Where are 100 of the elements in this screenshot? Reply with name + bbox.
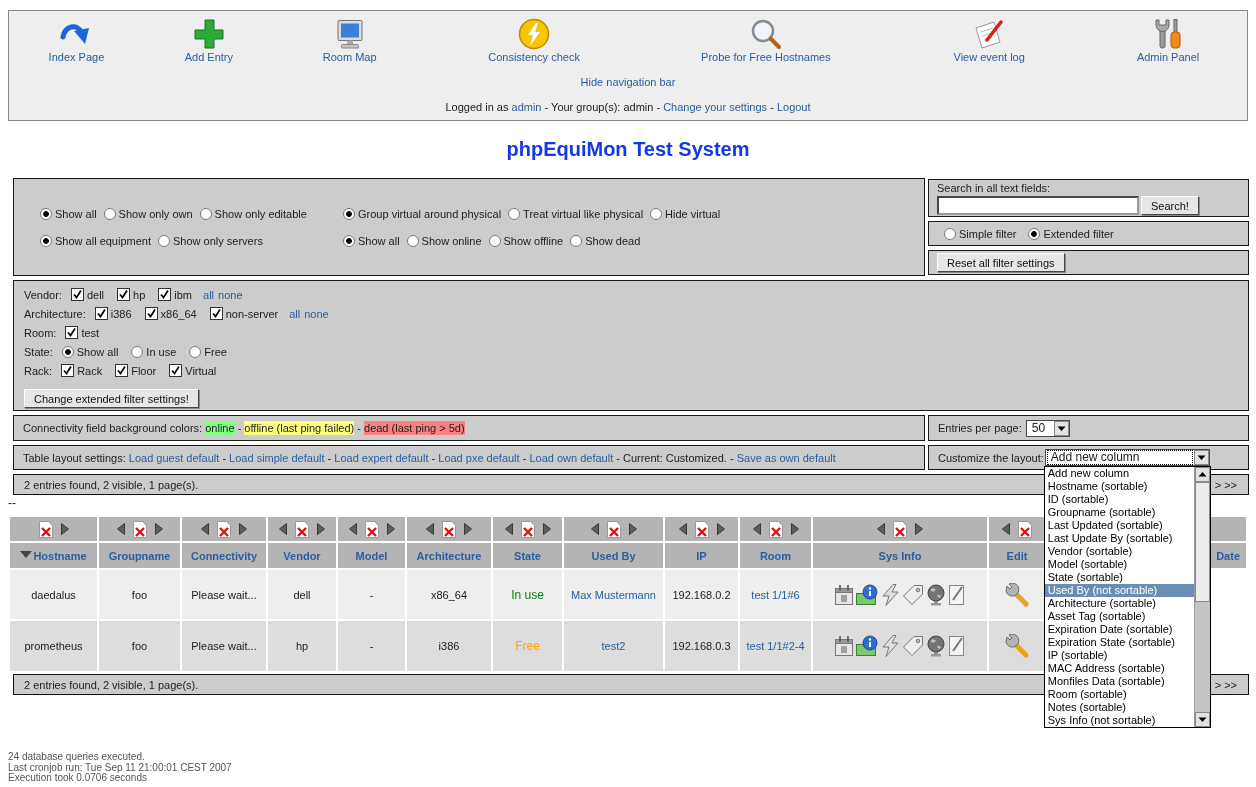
column-sort-link[interactable]: State xyxy=(514,549,541,562)
right-triangle-icon[interactable] xyxy=(542,523,551,535)
radio-button[interactable] xyxy=(189,345,202,358)
dropdown-option[interactable]: State (sortable) xyxy=(1044,571,1194,584)
dropdown-option[interactable]: Room (sortable) xyxy=(1044,688,1194,701)
page-x-icon[interactable] xyxy=(364,520,379,538)
entries-select[interactable]: 50 xyxy=(1025,419,1070,437)
left-triangle-icon[interactable] xyxy=(752,523,761,535)
radio-button[interactable] xyxy=(343,234,355,247)
text-link[interactable]: Load pxe default xyxy=(438,451,520,464)
dropdown-option[interactable]: Notes (sortable) xyxy=(1044,701,1194,714)
radio-button[interactable] xyxy=(131,345,144,358)
right-triangle-icon[interactable] xyxy=(464,523,472,535)
column-sort-link[interactable]: Room xyxy=(759,549,792,562)
dropdown-option[interactable]: Model (sortable) xyxy=(1044,558,1194,571)
dropdown-option[interactable]: Asset Tag (sortable) xyxy=(1044,610,1194,623)
left-triangle-icon[interactable] xyxy=(877,523,885,535)
radio-button[interactable] xyxy=(406,234,419,247)
text-link[interactable]: Load expert default xyxy=(334,451,429,464)
filter-link[interactable]: all xyxy=(203,288,215,301)
globe-icon[interactable] xyxy=(926,583,946,606)
dropdown-option[interactable]: Expiration Date (sortable) xyxy=(1044,623,1194,636)
page-x-icon[interactable] xyxy=(442,520,456,538)
dropdown-option[interactable]: Last Update By (sortable) xyxy=(1044,532,1194,545)
page-x-icon[interactable] xyxy=(295,520,309,538)
dropdown-option[interactable]: Add new column xyxy=(1044,467,1194,480)
cell-link[interactable]: test 1/1#6 xyxy=(751,588,800,601)
page-x-icon[interactable] xyxy=(132,520,147,538)
radio-button[interactable] xyxy=(199,207,212,220)
scrollbar[interactable] xyxy=(1193,467,1210,727)
notepad-pencil-icon[interactable] xyxy=(948,583,966,606)
reset-filters-button[interactable]: Reset all filter settings xyxy=(937,253,1065,272)
radio-button[interactable] xyxy=(650,207,663,220)
dropdown-option[interactable]: Expiration State (sortable) xyxy=(1044,636,1194,649)
radio-button[interactable] xyxy=(944,227,956,240)
dropdown-option[interactable]: MAC Address (sortable) xyxy=(1044,662,1194,675)
text-link[interactable]: Load guest default xyxy=(128,451,220,464)
radio-button[interactable] xyxy=(488,234,501,247)
right-triangle-icon[interactable] xyxy=(628,523,637,535)
right-triangle-icon[interactable] xyxy=(239,523,247,535)
radio-button[interactable] xyxy=(40,207,52,220)
nav-link[interactable]: Add Entry xyxy=(184,18,233,64)
column-sort-link[interactable]: Date xyxy=(1216,549,1240,562)
dropdown-option[interactable]: Vendor (sortable) xyxy=(1044,545,1194,558)
column-sort-link[interactable]: Groupname xyxy=(108,549,171,562)
layout-select[interactable]: Add new column xyxy=(1044,449,1210,466)
card-info-icon[interactable] xyxy=(856,583,878,606)
checkbox[interactable] xyxy=(61,364,75,377)
column-sort-link[interactable]: Architecture xyxy=(416,549,482,562)
right-triangle-icon[interactable] xyxy=(317,523,325,535)
page-x-icon[interactable] xyxy=(893,520,907,538)
checkbox[interactable] xyxy=(70,288,84,301)
page-x-icon[interactable] xyxy=(768,520,783,538)
column-sort-link[interactable]: Edit xyxy=(1006,549,1028,562)
search-field[interactable] xyxy=(937,196,1139,215)
text-link[interactable]: Logout xyxy=(776,101,811,113)
dropdown-option[interactable]: Architecture (sortable) xyxy=(1044,597,1194,610)
calendar-icon[interactable] xyxy=(834,635,854,657)
left-triangle-icon[interactable] xyxy=(678,523,687,535)
apply-filter-button[interactable]: Change extended filter settings! xyxy=(24,389,199,408)
checkbox[interactable] xyxy=(115,364,129,377)
dropdown-option[interactable]: Sys Info (not sortable) xyxy=(1044,714,1194,727)
dropdown-option[interactable]: IP (sortable) xyxy=(1044,649,1194,662)
calendar-icon[interactable] xyxy=(834,583,854,606)
page-x-icon[interactable] xyxy=(694,520,709,538)
column-sort-link[interactable]: Vendor xyxy=(283,549,321,562)
right-triangle-icon[interactable] xyxy=(60,523,69,535)
tag-icon[interactable] xyxy=(902,635,924,657)
dropdown-option[interactable]: Hostname (sortable) xyxy=(1044,480,1194,493)
left-triangle-icon[interactable] xyxy=(201,523,209,535)
scrollbar-thumb[interactable] xyxy=(1194,482,1210,602)
nav-link[interactable]: Room Map xyxy=(322,18,377,64)
dropdown-option[interactable]: ID (sortable) xyxy=(1044,493,1194,506)
page-x-icon[interactable] xyxy=(520,520,535,538)
right-triangle-icon[interactable] xyxy=(386,523,395,535)
cell-link[interactable]: Max Mustermann xyxy=(571,588,656,601)
tag-icon[interactable] xyxy=(902,583,924,606)
page-x-icon[interactable] xyxy=(217,520,231,538)
radio-button[interactable] xyxy=(570,234,583,247)
left-triangle-icon[interactable] xyxy=(1002,523,1010,535)
dropdown-option[interactable]: Monfiles Data (sortable) xyxy=(1044,675,1194,688)
page-x-icon[interactable] xyxy=(606,520,621,538)
checkbox[interactable] xyxy=(94,307,108,320)
hide-nav-link[interactable]: Hide navigation bar xyxy=(580,76,676,88)
card-info-icon[interactable] xyxy=(856,635,878,657)
column-sort-link[interactable]: Used By xyxy=(591,549,636,562)
dropdown-option[interactable]: Groupname (sortable) xyxy=(1044,506,1194,519)
checkbox[interactable] xyxy=(117,288,131,301)
cell-link[interactable]: test2 xyxy=(601,640,626,652)
scroll-up-icon[interactable] xyxy=(1194,467,1210,482)
nav-link[interactable]: Consistency check xyxy=(488,18,580,64)
nav-link[interactable]: View event log xyxy=(953,18,1025,64)
search-button[interactable]: Search! xyxy=(1141,196,1199,215)
lightning-icon[interactable] xyxy=(880,635,900,657)
radio-button[interactable] xyxy=(508,207,521,220)
left-triangle-icon[interactable] xyxy=(116,523,125,535)
page-x-icon[interactable] xyxy=(1018,520,1032,538)
radio-button[interactable] xyxy=(158,234,170,247)
checkbox[interactable] xyxy=(158,288,172,301)
column-sort-link[interactable]: Connectivity xyxy=(191,549,257,562)
